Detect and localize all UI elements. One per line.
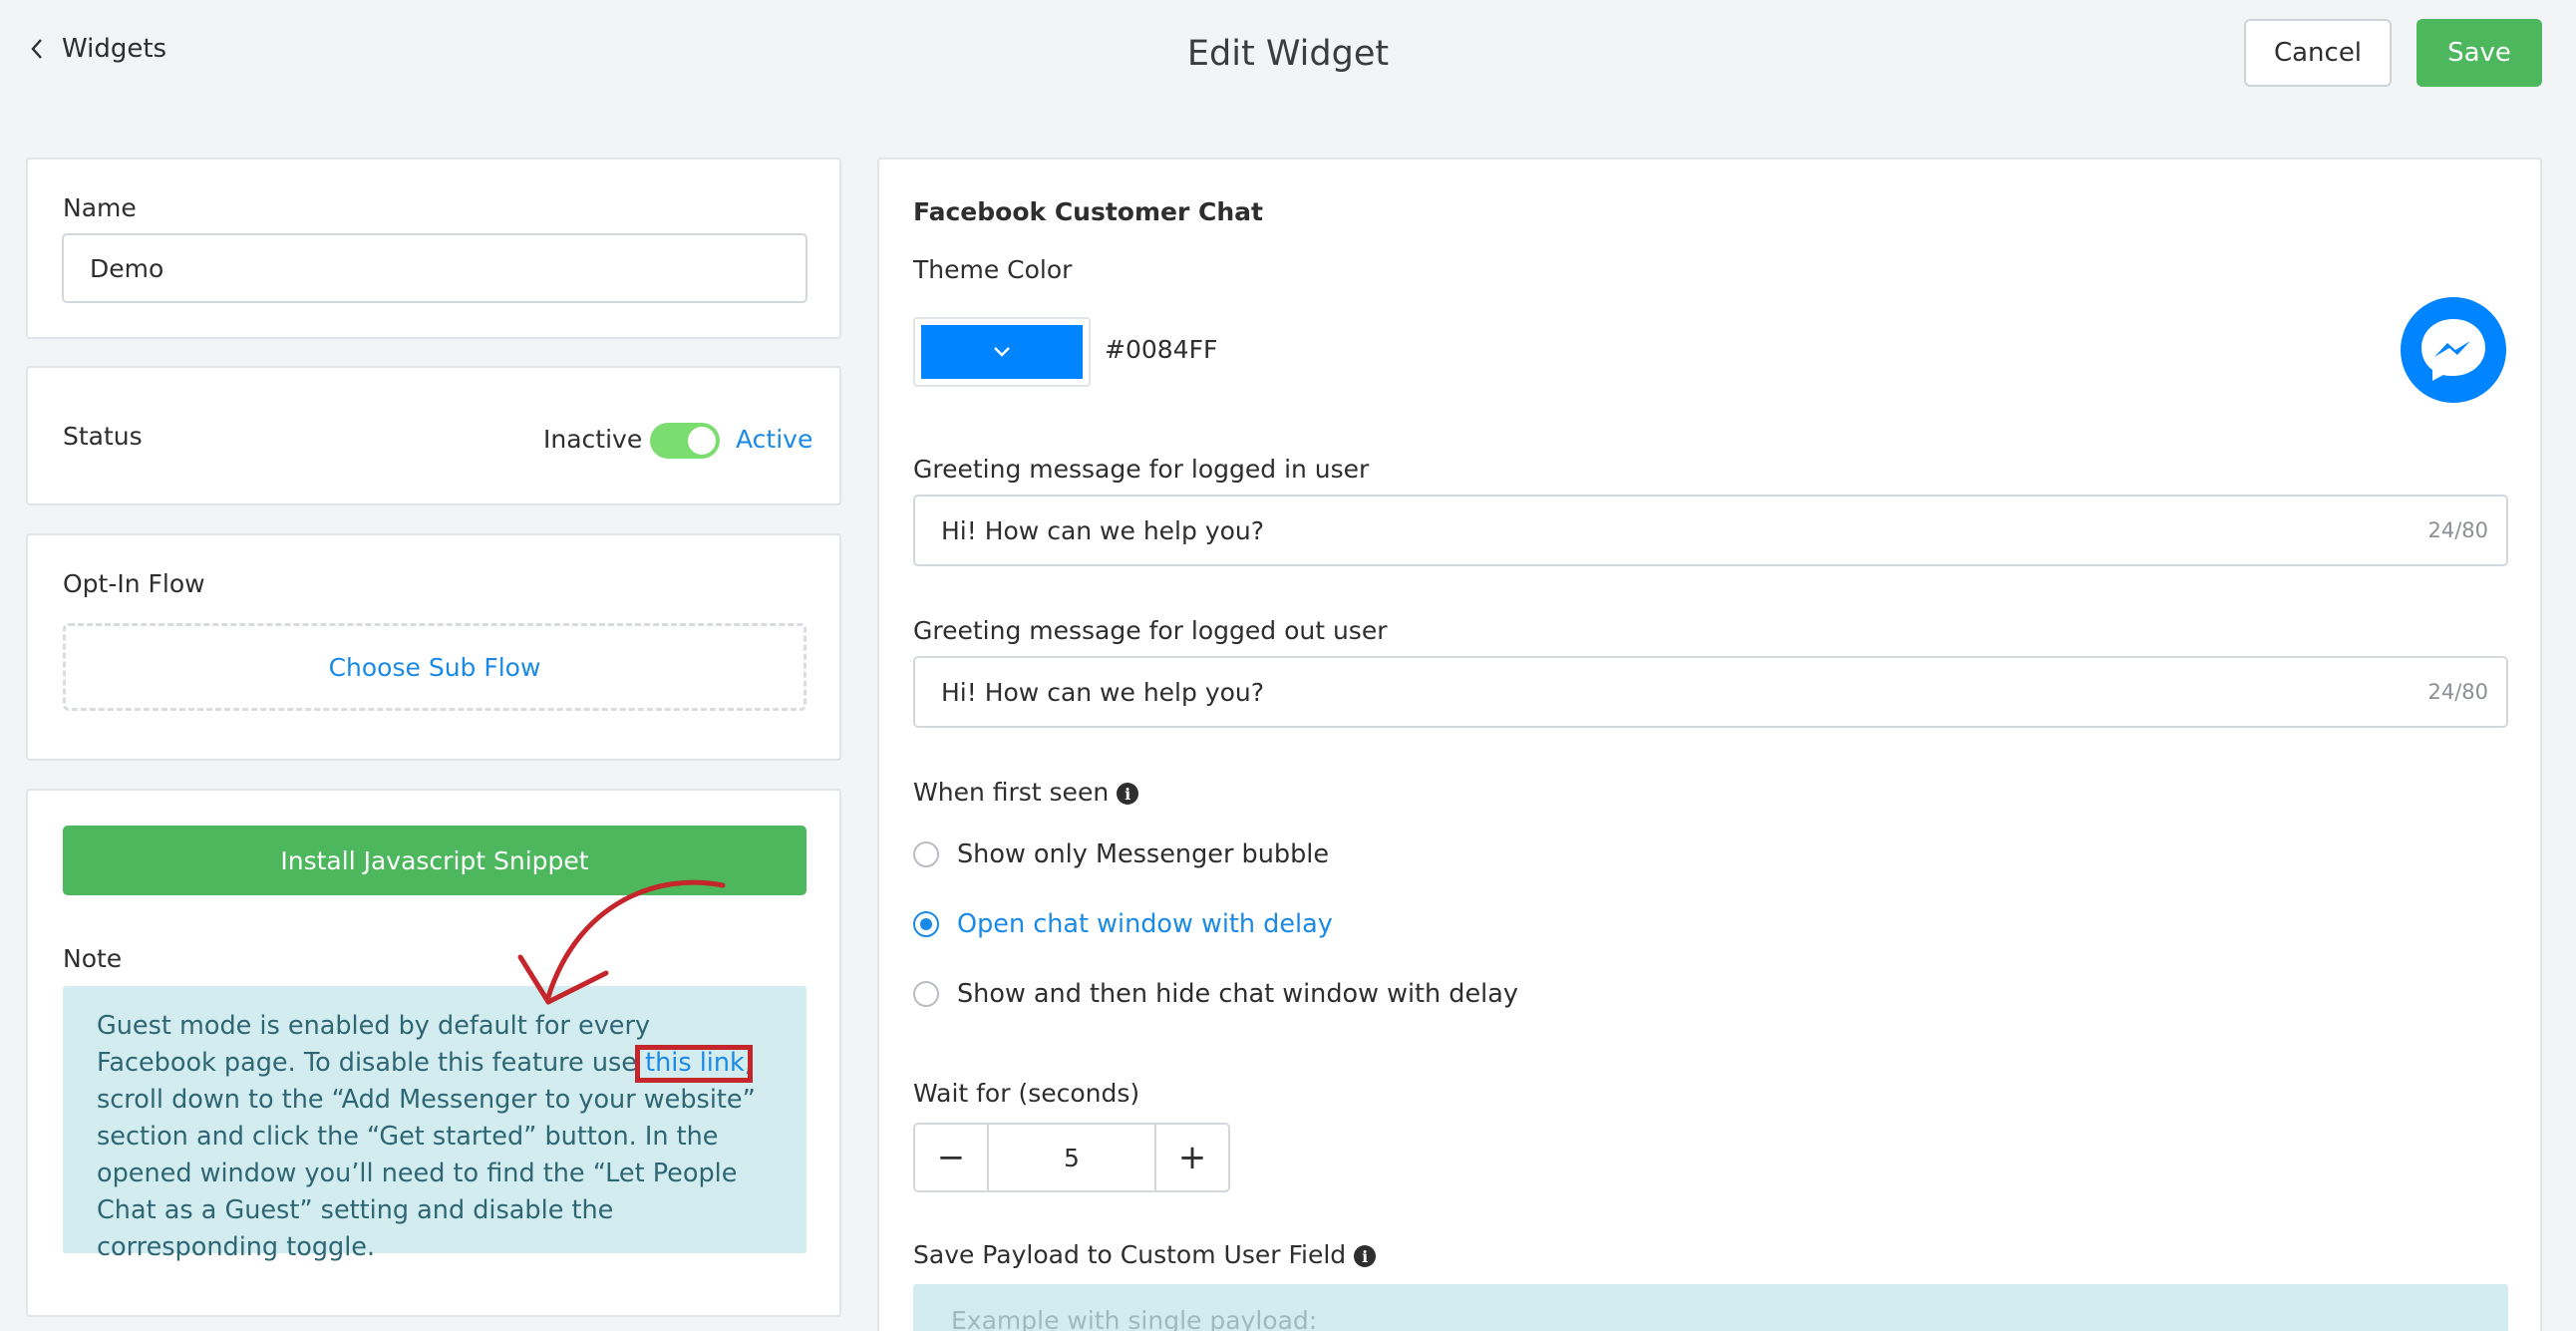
toggle-knob	[688, 427, 716, 455]
section-title: Facebook Customer Chat	[913, 197, 1263, 226]
first-seen-label-text: When first seen	[913, 778, 1110, 807]
payload-label: Save Payload to Custom User Field i	[913, 1240, 1377, 1269]
greeting-logged-out-label: Greeting message for logged out user	[913, 616, 1388, 645]
messenger-icon	[2401, 297, 2506, 403]
radio-label: Show only Messenger bubble	[957, 839, 1330, 869]
choose-sub-flow-button[interactable]: Choose Sub Flow	[63, 623, 806, 711]
payload-label-text: Save Payload to Custom User Field	[913, 1240, 1347, 1269]
inactive-label: Inactive	[543, 425, 643, 454]
wait-seconds-stepper[interactable]: − 5 +	[913, 1123, 1230, 1192]
theme-color-swatch	[921, 325, 1083, 379]
name-label: Name	[63, 193, 137, 222]
increment-button[interactable]: +	[1156, 1125, 1228, 1190]
radio-label: Show and then hide chat window with dela…	[957, 979, 1518, 1009]
name-card: Name Demo	[26, 158, 841, 339]
wait-seconds-value[interactable]: 5	[987, 1125, 1156, 1190]
cancel-button[interactable]: Cancel	[2244, 19, 2392, 87]
wait-label: Wait for (seconds)	[913, 1079, 1140, 1108]
save-button[interactable]: Save	[2416, 19, 2542, 87]
status-label: Status	[63, 422, 143, 451]
active-label: Active	[736, 425, 813, 454]
theme-color-label: Theme Color	[913, 255, 1073, 284]
greeting-logged-in-label: Greeting message for logged in user	[913, 455, 1370, 484]
radio-button	[913, 981, 939, 1007]
annotation-arrow	[517, 879, 726, 1005]
decrement-button[interactable]: −	[915, 1125, 987, 1190]
facebook-chat-card: Facebook Customer Chat Theme Color #0084…	[877, 158, 2542, 1331]
radio-open-chat-with-delay[interactable]: Open chat window with delay	[913, 909, 1333, 939]
greeting-logged-in-input[interactable]: Hi! How can we help you? 24/80	[913, 495, 2508, 566]
info-icon[interactable]: i	[1354, 1245, 1377, 1267]
theme-color-hex: #0084FF	[1105, 335, 1218, 364]
radio-show-only-bubble[interactable]: Show only Messenger bubble	[913, 839, 1329, 869]
payload-example-box: Example with single payload:	[913, 1284, 2508, 1331]
chevron-down-icon	[994, 347, 1010, 357]
payload-placeholder: Example with single payload:	[951, 1306, 1318, 1331]
radio-button-checked	[913, 911, 939, 937]
note-label: Note	[63, 944, 123, 973]
first-seen-label: When first seen i	[913, 778, 1139, 807]
status-toggle[interactable]	[650, 423, 720, 459]
info-icon[interactable]: i	[1117, 783, 1139, 805]
optin-flow-card: Opt-In Flow Choose Sub Flow	[26, 533, 841, 761]
greeting-logged-out-counter: 24/80	[2427, 680, 2488, 704]
greeting-logged-out-input[interactable]: Hi! How can we help you? 24/80	[913, 656, 2508, 728]
theme-color-picker[interactable]	[913, 317, 1091, 387]
top-bar: Widgets Edit Widget Cancel Save	[0, 0, 2576, 120]
annotation-highlight-box	[635, 1045, 753, 1083]
radio-show-then-hide[interactable]: Show and then hide chat window with dela…	[913, 979, 1518, 1009]
optin-flow-label: Opt-In Flow	[63, 569, 205, 598]
name-input[interactable]: Demo	[62, 233, 807, 303]
greeting-logged-in-value: Hi! How can we help you?	[941, 515, 1265, 545]
radio-label: Open chat window with delay	[957, 909, 1333, 939]
note-link[interactable]: this link	[635, 1045, 753, 1083]
greeting-logged-out-value: Hi! How can we help you?	[941, 677, 1265, 707]
greeting-logged-in-counter: 24/80	[2427, 518, 2488, 542]
page-title: Edit Widget	[1186, 34, 1390, 74]
radio-button	[913, 841, 939, 867]
install-card: Install Javascript Snippet Note Guest mo…	[26, 789, 841, 1317]
status-card: Status Inactive Active	[26, 366, 841, 505]
